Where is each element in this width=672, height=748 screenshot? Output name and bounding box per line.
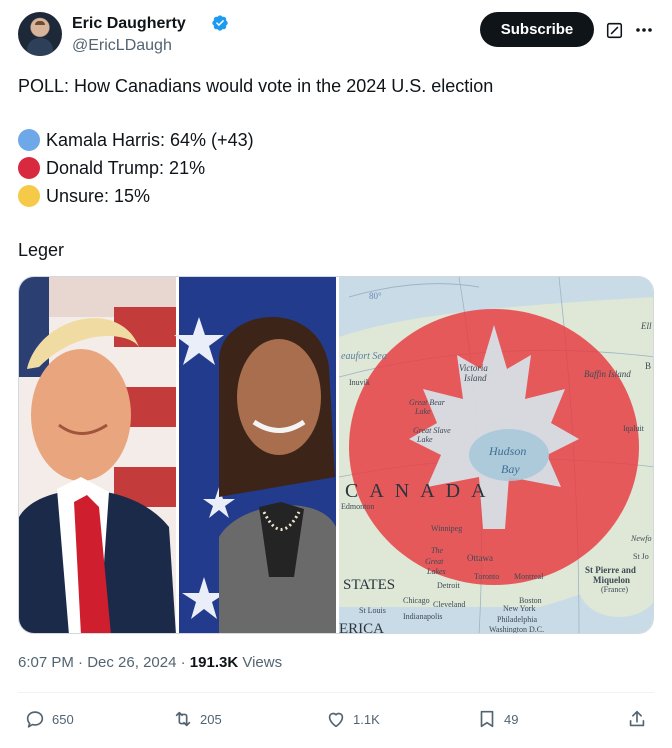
- poll-option-unsure: Unsure: 15%: [18, 184, 150, 208]
- map-label-80: 80°: [369, 291, 382, 301]
- post-image[interactable]: 80° eaufort Sea Inuvik Victoria Island B…: [18, 276, 654, 634]
- map-label-iqaluit: Iqaluit: [623, 424, 645, 433]
- map-label-france: (France): [601, 585, 628, 594]
- share-button[interactable]: [626, 707, 654, 731]
- poll-option-label: Unsure: 15%: [46, 186, 151, 206]
- handle[interactable]: @EricLDaugh: [72, 37, 172, 55]
- map-label-toronto: Toronto: [474, 572, 499, 581]
- divider: [18, 692, 654, 693]
- red-circle-icon: [18, 157, 40, 179]
- reply-icon: [26, 711, 44, 728]
- views-label: Views: [242, 654, 283, 671]
- map-label-great-slave-lake: Lake: [416, 435, 433, 444]
- map-label-beaufort: eaufort Sea: [341, 351, 387, 362]
- map-label-lakes: Lakes: [426, 567, 446, 576]
- avatar[interactable]: [18, 12, 62, 56]
- like-count: 1.1K: [353, 711, 380, 727]
- poll-option-label: Kamala Harris: 64% (+43): [46, 130, 254, 150]
- poll-option-label: Donald Trump: 21%: [46, 158, 206, 178]
- like-button[interactable]: 1.1K: [325, 707, 380, 731]
- display-name[interactable]: Eric Daugherty: [72, 15, 186, 33]
- reply-button[interactable]: 650: [24, 707, 74, 731]
- map-label-detroit: Detroit: [437, 581, 460, 590]
- post-source: Leger: [18, 240, 65, 260]
- reply-count: 650: [52, 711, 74, 727]
- grok-icon[interactable]: [606, 22, 623, 39]
- map-label-great-bear-lake: Lake: [414, 407, 431, 416]
- map-label-cleveland: Cleveland: [433, 600, 465, 609]
- blue-circle-icon: [18, 129, 40, 151]
- map-label-victoria: Victoria: [459, 363, 488, 373]
- yellow-circle-icon: [18, 185, 40, 207]
- harris-photo: [174, 277, 336, 633]
- map-label-great-bear: Great Bear: [409, 398, 446, 407]
- map-label-ell: Ell: [640, 321, 652, 331]
- subscribe-button[interactable]: Subscribe: [480, 12, 594, 47]
- repost-count: 205: [200, 711, 222, 727]
- map-label-great: Great: [425, 557, 444, 566]
- map-label-bay: Bay: [501, 462, 520, 476]
- poll-option-trump: Donald Trump: 21%: [18, 156, 205, 180]
- meta-separator: ·: [78, 654, 84, 671]
- map-label-ottawa: Ottawa: [467, 553, 493, 563]
- bookmark-count: 49: [504, 711, 519, 727]
- map-label-montreal: Montreal: [514, 572, 544, 581]
- bookmark-icon: [480, 710, 494, 728]
- map-label-indianapolis: Indianapolis: [403, 612, 443, 621]
- post-date[interactable]: Dec 26, 2024: [87, 654, 176, 671]
- map-label-new-york: New York: [503, 604, 535, 613]
- map-label-b: B: [645, 361, 651, 371]
- map-label-chicago: Chicago: [403, 596, 430, 605]
- trump-photo: [19, 277, 176, 633]
- map-label-miquelon: Miquelon: [593, 575, 630, 585]
- map-label-st-louis: St Louis: [359, 606, 386, 615]
- map-label-baffin: Baffin Island: [584, 369, 631, 379]
- post-header: Eric Daugherty @EricLDaugh Subscribe: [18, 12, 654, 60]
- map-label-edmonton: Edmonton: [341, 502, 374, 511]
- meta-separator: ·: [180, 654, 186, 671]
- map-label-states: STATES: [343, 577, 395, 593]
- map-label-island: Island: [463, 373, 487, 383]
- post-time[interactable]: 6:07 PM: [18, 654, 74, 671]
- map-label-st-pierre: St Pierre and: [585, 565, 636, 575]
- map-label-hudson: Hudson: [488, 444, 526, 458]
- repost-button[interactable]: 205: [172, 707, 222, 731]
- map-label-winnipeg: Winnipeg: [431, 524, 462, 533]
- views-count: 191.3K: [189, 654, 239, 671]
- map-label-great-slave: Great Slave: [413, 426, 451, 435]
- post-meta: 6:07 PM · Dec 26, 2024 · 191.3K Views: [18, 654, 282, 671]
- map-label-newfo: Newfo: [630, 534, 651, 543]
- map-label-washington: Washington D.C.: [489, 625, 544, 634]
- verified-badge-icon: [212, 15, 228, 31]
- poll-option-harris: Kamala Harris: 64% (+43): [18, 128, 254, 152]
- heart-icon: [328, 712, 344, 728]
- bookmark-button[interactable]: 49: [476, 707, 518, 731]
- map-label-erica: ERICA: [339, 621, 384, 634]
- map-label-inuvik: Inuvik: [349, 378, 370, 387]
- repost-icon: [175, 711, 191, 727]
- share-icon: [629, 710, 645, 727]
- map-label-st-jo: St Jo: [633, 552, 649, 561]
- post-headline: POLL: How Canadians would vote in the 20…: [18, 76, 494, 96]
- map-label-the: The: [431, 546, 443, 555]
- map-label-philadelphia: Philadelphia: [497, 615, 537, 624]
- more-options-icon[interactable]: [634, 20, 654, 40]
- map-label-canada: CANADA: [345, 480, 497, 502]
